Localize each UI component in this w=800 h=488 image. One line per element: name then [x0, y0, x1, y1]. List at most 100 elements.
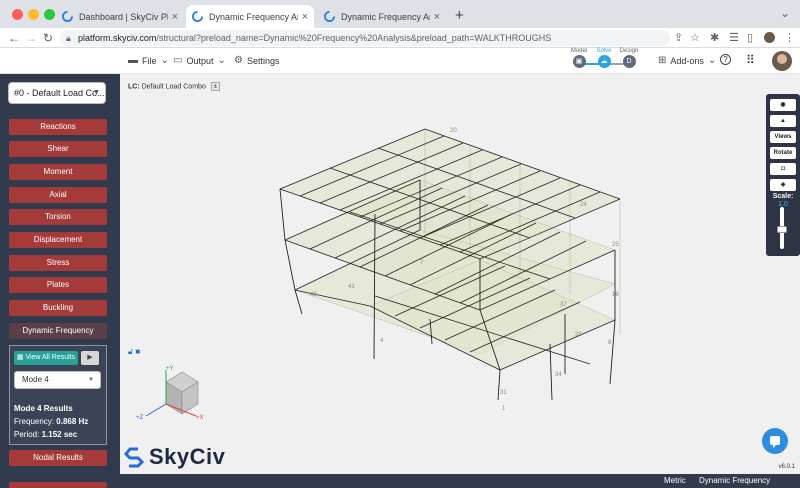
- mode-select[interactable]: Mode 4 ▼: [14, 371, 101, 389]
- workflow-design-label: Design: [619, 48, 639, 54]
- cube-view-icon[interactable]: ◈: [770, 179, 796, 191]
- file-menu[interactable]: ▬ File ⌄: [128, 55, 169, 66]
- torsion-button[interactable]: Torsion: [9, 209, 107, 225]
- member-label: 43: [310, 292, 317, 298]
- views-button[interactable]: Views: [770, 131, 796, 143]
- file-menu-label: File: [142, 55, 157, 66]
- member-label: 1: [502, 406, 506, 412]
- browser-tab-dashboard[interactable]: Dashboard | SkyCiv Platform ×: [56, 5, 184, 28]
- load-combo-select[interactable]: #0 - Default Load Co... ▼: [8, 82, 106, 104]
- reading-list-icon[interactable]: ☰: [729, 31, 739, 45]
- profile-avatar-icon[interactable]: [764, 32, 775, 43]
- file-icon: ▬: [128, 55, 138, 66]
- address-bar: ← → ↻ 🔒︎ platform.skyciv.com/structural?p…: [0, 28, 800, 48]
- scale-label: Scale:: [772, 193, 794, 200]
- tab-title: Dynamic Frequency Analysis |: [341, 11, 430, 22]
- settings-menu[interactable]: ⚙ Settings: [234, 55, 280, 66]
- maximize-window-icon[interactable]: [44, 9, 55, 20]
- scale-slider[interactable]: [777, 207, 787, 249]
- plates-button[interactable]: Plates: [9, 277, 107, 293]
- extensions-icon[interactable]: ✱: [710, 31, 719, 45]
- new-tab-icon[interactable]: +: [455, 7, 464, 24]
- model-icon: ▣: [572, 55, 586, 68]
- share-icon[interactable]: ⇪: [674, 31, 683, 45]
- member-label: 16: [612, 292, 619, 298]
- shear-button[interactable]: Shear: [9, 141, 107, 157]
- nodal-results-button[interactable]: Nodal Results: [9, 450, 107, 466]
- axial-button[interactable]: Axial: [9, 187, 107, 203]
- back-icon[interactable]: ←: [8, 30, 20, 46]
- browser-tab-active[interactable]: Dynamic Frequency Analysis | ×: [186, 5, 314, 28]
- help-icon[interactable]: ?: [720, 54, 731, 65]
- close-tab-icon[interactable]: ×: [434, 11, 440, 23]
- forward-icon[interactable]: →: [25, 30, 37, 46]
- graph-icon[interactable]: ▲: [770, 115, 796, 127]
- visibility-eye-icon[interactable]: ◉: [770, 99, 796, 111]
- rotate-button[interactable]: Rotate: [770, 147, 796, 159]
- frequency-line: Frequency: 0.868 Hz: [14, 417, 88, 426]
- output-menu[interactable]: ▭ Output ⌄: [173, 55, 226, 66]
- sidebar-icon[interactable]: ▯: [747, 31, 753, 45]
- next-sidebar-button[interactable]: [9, 482, 107, 488]
- moment-button[interactable]: Moment: [9, 164, 107, 180]
- close-tab-icon[interactable]: ×: [302, 11, 308, 23]
- workflow-design[interactable]: Design D: [614, 48, 644, 68]
- close-tab-icon[interactable]: ×: [172, 11, 178, 23]
- lock-camera-controls: 🔓︎ ■: [128, 347, 140, 357]
- structure-model[interactable]: 20 24 25 16 8 43 37 38 34 31 4 41 7 1 +Y…: [120, 74, 760, 454]
- user-avatar[interactable]: [772, 51, 792, 71]
- period-line: Period: 1.152 sec: [14, 430, 77, 439]
- view-all-results-button[interactable]: ▦ View All Results: [14, 351, 78, 365]
- member-label: 25: [612, 242, 619, 248]
- member-label: 24: [580, 202, 587, 208]
- reactions-button[interactable]: Reactions: [9, 119, 107, 135]
- url-path: /structural?preload_name=Dynamic%20Frequ…: [156, 33, 552, 43]
- chevron-down-icon: ⌄: [707, 55, 717, 66]
- view-toolbox: ◉ ▲ Views Rotate ◘ ◈ Scale: 1.0: [766, 94, 800, 256]
- units-indicator[interactable]: Metric: [664, 474, 686, 488]
- reload-icon[interactable]: ↻: [43, 30, 53, 46]
- addons-grid-icon: ⊞: [658, 55, 667, 66]
- screenshot-camera-icon[interactable]: ◘: [770, 163, 796, 175]
- stress-button[interactable]: Stress: [9, 255, 107, 271]
- browser-tab-third[interactable]: Dynamic Frequency Analysis | ×: [318, 5, 446, 28]
- minimize-window-icon[interactable]: [28, 9, 39, 20]
- axis-gizmo[interactable]: +Y +X +Z: [136, 366, 204, 421]
- view-all-results-label: View All Results: [25, 354, 76, 361]
- settings-menu-label: Settings: [246, 55, 280, 66]
- chevron-down-icon: ▼: [88, 377, 94, 383]
- bookmark-star-icon[interactable]: ☆: [690, 31, 700, 45]
- scale-slider-handle[interactable]: [777, 226, 787, 233]
- status-bar: Metric Dynamic Frequency Analysis: [120, 474, 800, 488]
- output-icon: ▭: [173, 55, 183, 66]
- chat-support-icon[interactable]: [762, 428, 788, 454]
- displacement-button[interactable]: Displacement: [9, 232, 107, 248]
- lock-icon[interactable]: 🔓︎: [128, 347, 133, 356]
- lock-icon: 🔒︎: [66, 33, 71, 43]
- tab-title: Dynamic Frequency Analysis |: [209, 11, 298, 22]
- frequency-label: Frequency:: [14, 417, 55, 426]
- skyciv-favicon-icon: [192, 11, 203, 22]
- version-label: v6.0.1: [778, 464, 795, 470]
- analysis-type-indicator[interactable]: Dynamic Frequency Analysis: [699, 474, 800, 488]
- close-window-icon[interactable]: [12, 9, 23, 20]
- addons-menu[interactable]: ⊞ Add-ons ⌄: [658, 55, 716, 66]
- member-label: 38: [575, 332, 582, 338]
- browser-menu-icon[interactable]: ⋮: [784, 31, 795, 45]
- skyciv-favicon-icon: [324, 11, 335, 22]
- x-axis-label: +X: [196, 415, 204, 421]
- url-host: platform.skyciv.com: [78, 33, 157, 43]
- z-axis-label: +Z: [136, 415, 144, 421]
- period-label: Period:: [14, 430, 40, 439]
- apps-grid-icon[interactable]: ⠿: [746, 53, 755, 67]
- camera-icon[interactable]: ■: [135, 347, 140, 356]
- addons-label: Add-ons: [670, 55, 704, 66]
- dynamic-frequency-button[interactable]: Dynamic Frequency: [9, 323, 107, 339]
- tab-search-icon[interactable]: ⌄: [780, 6, 790, 20]
- url-field[interactable]: 🔒︎ platform.skyciv.com/structural?preload…: [60, 30, 670, 46]
- skyciv-logo-mark-icon: [124, 447, 144, 468]
- buckling-button[interactable]: Buckling: [9, 300, 107, 316]
- model-viewport[interactable]: LC: Default Load Combo ± 20 24 25 16 8 4…: [120, 74, 800, 474]
- play-icon[interactable]: ▶: [81, 351, 99, 365]
- browser-tab-bar: Dashboard | SkyCiv Platform × Dynamic Fr…: [0, 0, 800, 28]
